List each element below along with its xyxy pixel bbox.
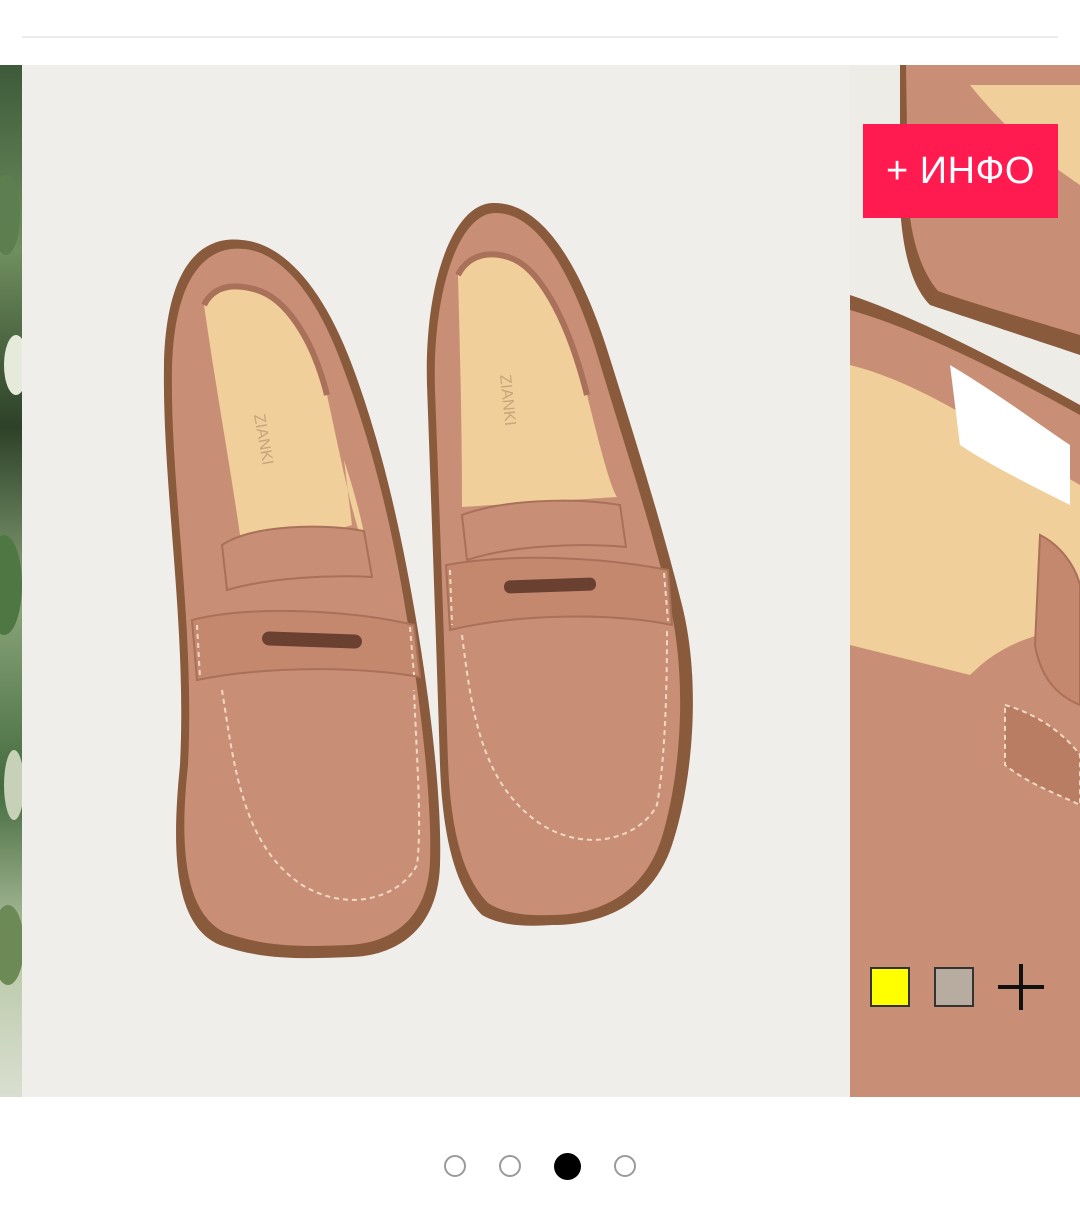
info-button[interactable]: + ИНФО bbox=[863, 124, 1058, 218]
top-divider bbox=[22, 36, 1058, 38]
pagination-dot-4[interactable] bbox=[614, 1155, 636, 1177]
next-slide-peek[interactable] bbox=[850, 65, 1080, 1097]
color-swatches bbox=[870, 964, 1044, 1010]
pagination-dot-1[interactable] bbox=[444, 1155, 466, 1177]
product-image-carousel[interactable]: ZIANKI ZIANKI bbox=[0, 65, 1080, 1097]
color-swatch-yellow[interactable] bbox=[870, 967, 910, 1007]
pagination-dot-2[interactable] bbox=[499, 1155, 521, 1177]
pagination-dot-3-active[interactable] bbox=[554, 1152, 581, 1180]
loafers-image: ZIANKI ZIANKI bbox=[22, 65, 850, 1097]
color-swatch-taupe[interactable] bbox=[934, 967, 974, 1007]
main-product-image[interactable]: ZIANKI ZIANKI bbox=[22, 65, 850, 1097]
plus-icon[interactable] bbox=[998, 964, 1044, 1010]
previous-slide-peek[interactable] bbox=[0, 65, 22, 1097]
loafer-closeup-image bbox=[850, 65, 1080, 1097]
carousel-pagination bbox=[444, 1152, 636, 1180]
foliage-image bbox=[0, 175, 22, 985]
